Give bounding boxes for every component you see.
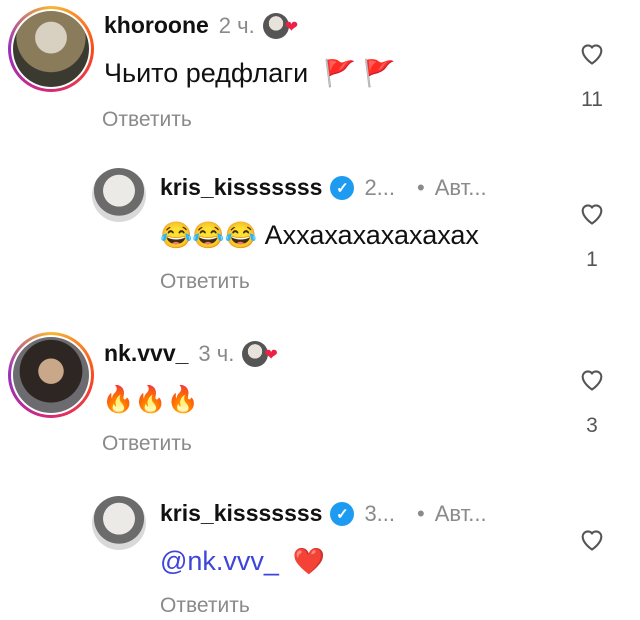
like-button[interactable]: 1 [572,200,612,272]
red-heart-emoji: ❤️ [292,546,325,576]
verified-badge-icon: ✓ [330,501,355,526]
reply-button[interactable]: Ответить [102,108,192,132]
like-button[interactable] [572,526,612,552]
like-count: 11 [581,88,603,111]
username[interactable]: nk.vvv_ [104,340,188,367]
like-button[interactable]: 11 [572,40,612,112]
mention-link[interactable]: @nk.vvv_ [160,546,279,576]
like-count: 3 [586,414,598,437]
author-label: Авт... [434,500,487,526]
username[interactable]: kris_kisssssss [160,500,322,527]
verified-badge-icon: ✓ [330,175,355,200]
comment-text: Чьито редфлаги [104,58,309,88]
heart-outline-icon [581,44,603,65]
timestamp: 2... [364,174,396,200]
avatar[interactable] [8,332,94,418]
username[interactable]: kris_kisssssss [160,174,322,201]
timestamp: 2 ч. [218,12,255,38]
timestamp: 3... [364,500,396,526]
avatar[interactable] [8,6,94,92]
timestamp: 3 ч. [198,340,235,366]
avatar[interactable] [92,168,146,222]
reply-button[interactable]: Ответить [102,432,192,456]
like-count: 1 [586,248,598,271]
reply-button[interactable]: Ответить [160,270,250,294]
heart-icon: ❤ [264,346,278,364]
flag-emoji: 🚩 🚩 [323,58,396,88]
reply-button[interactable]: Ответить [160,594,250,618]
avatar[interactable] [92,496,146,550]
heart-outline-icon [581,204,603,225]
heart-outline-icon [581,370,603,391]
author-label: Авт... [434,174,487,200]
separator-dot: • [417,500,425,526]
fire-emoji: 🔥🔥🔥 [102,384,200,414]
username[interactable]: khoroone [104,12,209,39]
heart-outline-icon [581,530,603,551]
laughing-emoji: 😂😂😂 [160,220,258,250]
heart-icon: ❤ [284,18,299,36]
like-button[interactable]: 3 [572,366,612,438]
comment-text: Аххахахахахахах [264,220,479,250]
separator-dot: • [417,174,425,200]
